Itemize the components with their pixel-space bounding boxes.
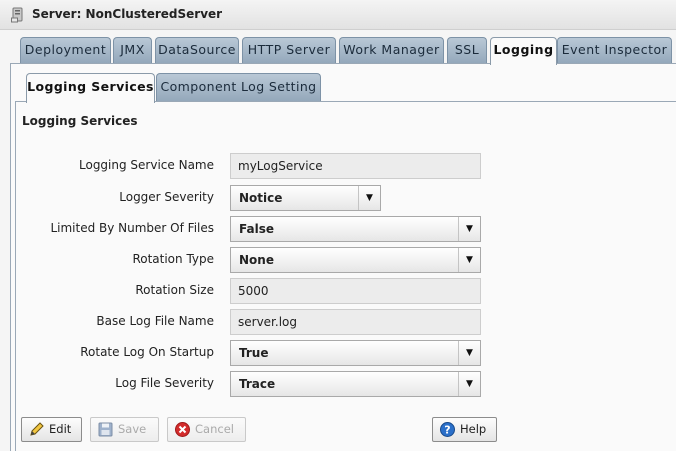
log-file-severity-select[interactable]: Trace ▼ <box>230 371 481 397</box>
logger-severity-value: Notice <box>239 191 283 205</box>
limited-by-number-of-files-label: Limited By Number Of Files <box>50 221 214 235</box>
form-row-logging-service-name: Logging Service Name myLogService <box>0 153 676 179</box>
chevron-down-icon[interactable]: ▼ <box>458 217 480 241</box>
tab-work-manager[interactable]: Work Manager <box>339 37 444 63</box>
form-row-rotation-type: Rotation Type None ▼ <box>0 247 676 273</box>
section-title: Logging Services <box>22 114 138 128</box>
log-file-severity-value: Trace <box>239 377 276 391</box>
tab-ssl[interactable]: SSL <box>447 37 487 63</box>
rotate-log-on-startup-value: True <box>239 346 269 360</box>
save-button[interactable]: Save <box>90 417 159 442</box>
form-row-logger-severity: Logger Severity Notice ▼ <box>0 185 676 211</box>
chevron-down-icon[interactable]: ▼ <box>458 248 480 272</box>
logging-service-name-field: myLogService <box>230 153 481 179</box>
tab-component-log-setting[interactable]: Component Log Setting <box>156 73 321 101</box>
logger-severity-select[interactable]: Notice ▼ <box>230 185 381 211</box>
save-button-label: Save <box>118 422 147 436</box>
tab-jmx[interactable]: JMX <box>113 37 152 63</box>
window-title: Server: NonClusteredServer <box>32 7 223 21</box>
help-button-label: Help <box>460 422 487 436</box>
cancel-button[interactable]: Cancel <box>167 417 246 442</box>
pencil-icon <box>30 422 44 436</box>
edit-button-label: Edit <box>49 422 72 436</box>
limited-by-number-of-files-select[interactable]: False ▼ <box>230 216 481 242</box>
rotate-log-on-startup-label: Rotate Log On Startup <box>80 345 214 359</box>
tab-logging[interactable]: Logging <box>490 37 557 65</box>
rotation-size-label: Rotation Size <box>135 283 214 297</box>
chevron-down-icon[interactable]: ▼ <box>358 186 380 210</box>
floppy-disk-icon <box>98 422 113 437</box>
limited-by-number-of-files-value: False <box>239 222 274 236</box>
rotation-type-label: Rotation Type <box>132 252 214 266</box>
tab-datasource[interactable]: DataSource <box>155 37 239 63</box>
logging-service-name-label: Logging Service Name <box>79 158 214 172</box>
form-row-rotation-size: Rotation Size 5000 <box>0 278 676 304</box>
help-icon: ? <box>440 422 455 437</box>
server-icon <box>11 7 23 23</box>
cancel-button-label: Cancel <box>195 422 234 436</box>
tab-logging-services[interactable]: Logging Services <box>26 73 155 103</box>
svg-text:?: ? <box>444 424 450 437</box>
base-log-file-name-label: Base Log File Name <box>96 314 214 328</box>
form-row-base-log-file-name: Base Log File Name server.log <box>0 309 676 335</box>
tab-http-server[interactable]: HTTP Server <box>242 37 336 63</box>
rotation-type-select[interactable]: None ▼ <box>230 247 481 273</box>
log-file-severity-label: Log File Severity <box>115 376 214 390</box>
base-log-file-name-field: server.log <box>230 309 481 335</box>
rotate-log-on-startup-select[interactable]: True ▼ <box>230 340 481 366</box>
tab-event-inspector[interactable]: Event Inspector <box>557 37 672 63</box>
edit-button[interactable]: Edit <box>21 417 82 442</box>
form-row-rotate-log-on-startup: Rotate Log On Startup True ▼ <box>0 340 676 366</box>
logger-severity-label: Logger Severity <box>119 190 214 204</box>
tab-deployment[interactable]: Deployment <box>20 37 111 63</box>
rotation-size-field: 5000 <box>230 278 481 304</box>
form-row-log-file-severity: Log File Severity Trace ▼ <box>0 371 676 397</box>
chevron-down-icon[interactable]: ▼ <box>458 372 480 396</box>
cancel-icon <box>175 422 190 437</box>
window-titlebar: Server: NonClusteredServer <box>0 0 676 30</box>
help-button[interactable]: ? Help <box>432 417 497 442</box>
chevron-down-icon[interactable]: ▼ <box>458 341 480 365</box>
form-row-limited-by-number-of-files: Limited By Number Of Files False ▼ <box>0 216 676 242</box>
rotation-type-value: None <box>239 253 274 267</box>
